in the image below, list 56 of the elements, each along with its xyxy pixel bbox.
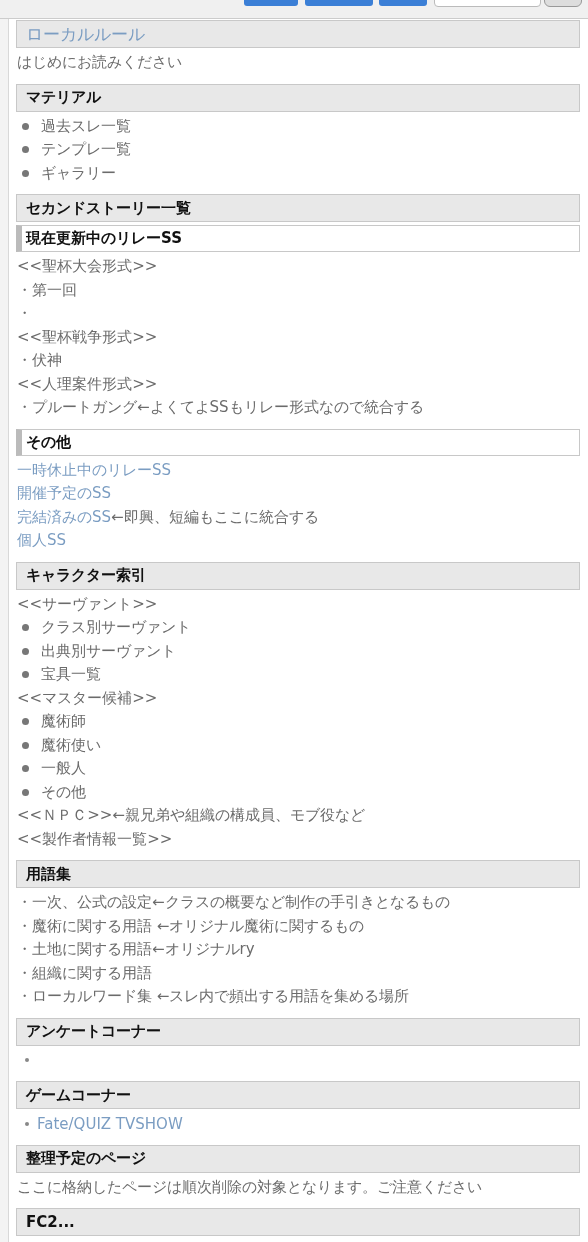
- list-link[interactable]: 出典別サーヴァント: [41, 641, 176, 661]
- list-link[interactable]: 一般人: [41, 759, 86, 779]
- section-heading: ゲームコーナー: [26, 1085, 131, 1105]
- text-line: ・: [17, 304, 32, 324]
- section-heading: 整理予定のページ: [26, 1149, 146, 1168]
- text-line: ・魔術に関する用語 ←オリジナル魔術に関するもの: [17, 916, 365, 936]
- bullet-icon: [22, 624, 29, 632]
- text-line: ・ローカルワード集 ←スレ内で頻出する用語を集める場所: [17, 987, 410, 1007]
- bullet-icon: [22, 671, 29, 679]
- list-link[interactable]: クラス別サーヴァント: [41, 618, 191, 638]
- section-heading: FC2...: [26, 1213, 75, 1231]
- text-line: <<サーヴァント>>: [17, 594, 158, 614]
- subsection-heading: その他: [26, 432, 71, 452]
- page-link[interactable]: 一時休止中のリレーSS: [17, 460, 172, 480]
- bullet-icon: [25, 1058, 29, 1063]
- bullet-icon: [22, 169, 29, 177]
- list-link[interactable]: その他: [41, 782, 86, 802]
- page-link[interactable]: 完結済みのSS: [17, 507, 112, 527]
- section-heading: アンケートコーナー: [26, 1022, 161, 1041]
- bullet-icon: [22, 146, 29, 154]
- subsection-heading: 現在更新中のリレーSS: [26, 229, 182, 248]
- list-link[interactable]: 魔術師: [41, 712, 86, 732]
- text-line: <<ＮＰＣ>>←親兄弟や組織の構成員、モブ役など: [17, 806, 365, 826]
- text-line: <<製作者情報一覧>>: [17, 829, 173, 849]
- section-heading: キャラクター索引: [26, 566, 146, 585]
- page-link[interactable]: 個人SS: [17, 531, 67, 551]
- list-link[interactable]: 過去スレ一覧: [41, 116, 131, 136]
- list-link[interactable]: ギャラリー: [41, 163, 116, 183]
- text-line: <<聖杯大会形式>>: [17, 257, 158, 277]
- text-line: ・土地に関する用語←オリジナルry: [17, 940, 255, 960]
- page-link[interactable]: Fate/QUIZ TVSHOW: [37, 1114, 183, 1133]
- bullet-icon: [22, 647, 29, 655]
- note-text: ←即興、短編もここに統合する: [111, 507, 319, 527]
- section-heading: セカンドストーリー一覧: [26, 198, 191, 218]
- section-heading: 用語集: [26, 864, 71, 884]
- list-link[interactable]: テンプレ一覧: [41, 140, 131, 160]
- text-line: はじめにお読みください: [17, 53, 182, 73]
- list-link[interactable]: 魔術使い: [41, 735, 101, 755]
- bullet-icon: [22, 788, 29, 796]
- bullet-icon: [25, 1121, 29, 1126]
- bullet-icon: [22, 765, 29, 773]
- bullet-icon: [22, 122, 29, 130]
- text-line: ・伏神: [17, 351, 62, 371]
- text-line: ・第一回: [17, 280, 77, 300]
- text-line: ・組織に関する用語: [17, 963, 152, 983]
- text-line: ここに格納したページは順次削除の対象となります。ご注意ください: [17, 1177, 482, 1197]
- text-line: <<聖杯戦争形式>>: [17, 327, 158, 347]
- text-line: ・プルートガング←よくてよSSもリレー形式なので統合する: [17, 398, 424, 418]
- text-line: <<マスター候補>>: [17, 688, 158, 708]
- list-link[interactable]: 宝具一覧: [41, 665, 101, 685]
- section-heading: マテリアル: [26, 88, 101, 107]
- page-link[interactable]: 開催予定のSS: [17, 484, 112, 504]
- text-line: <<人理案件形式>>: [17, 374, 158, 394]
- bullet-icon: [22, 718, 29, 726]
- text-line: ・一次、公式の設定←クラスの概要など制作の手引きとなるもの: [17, 893, 450, 913]
- bullet-icon: [22, 741, 29, 749]
